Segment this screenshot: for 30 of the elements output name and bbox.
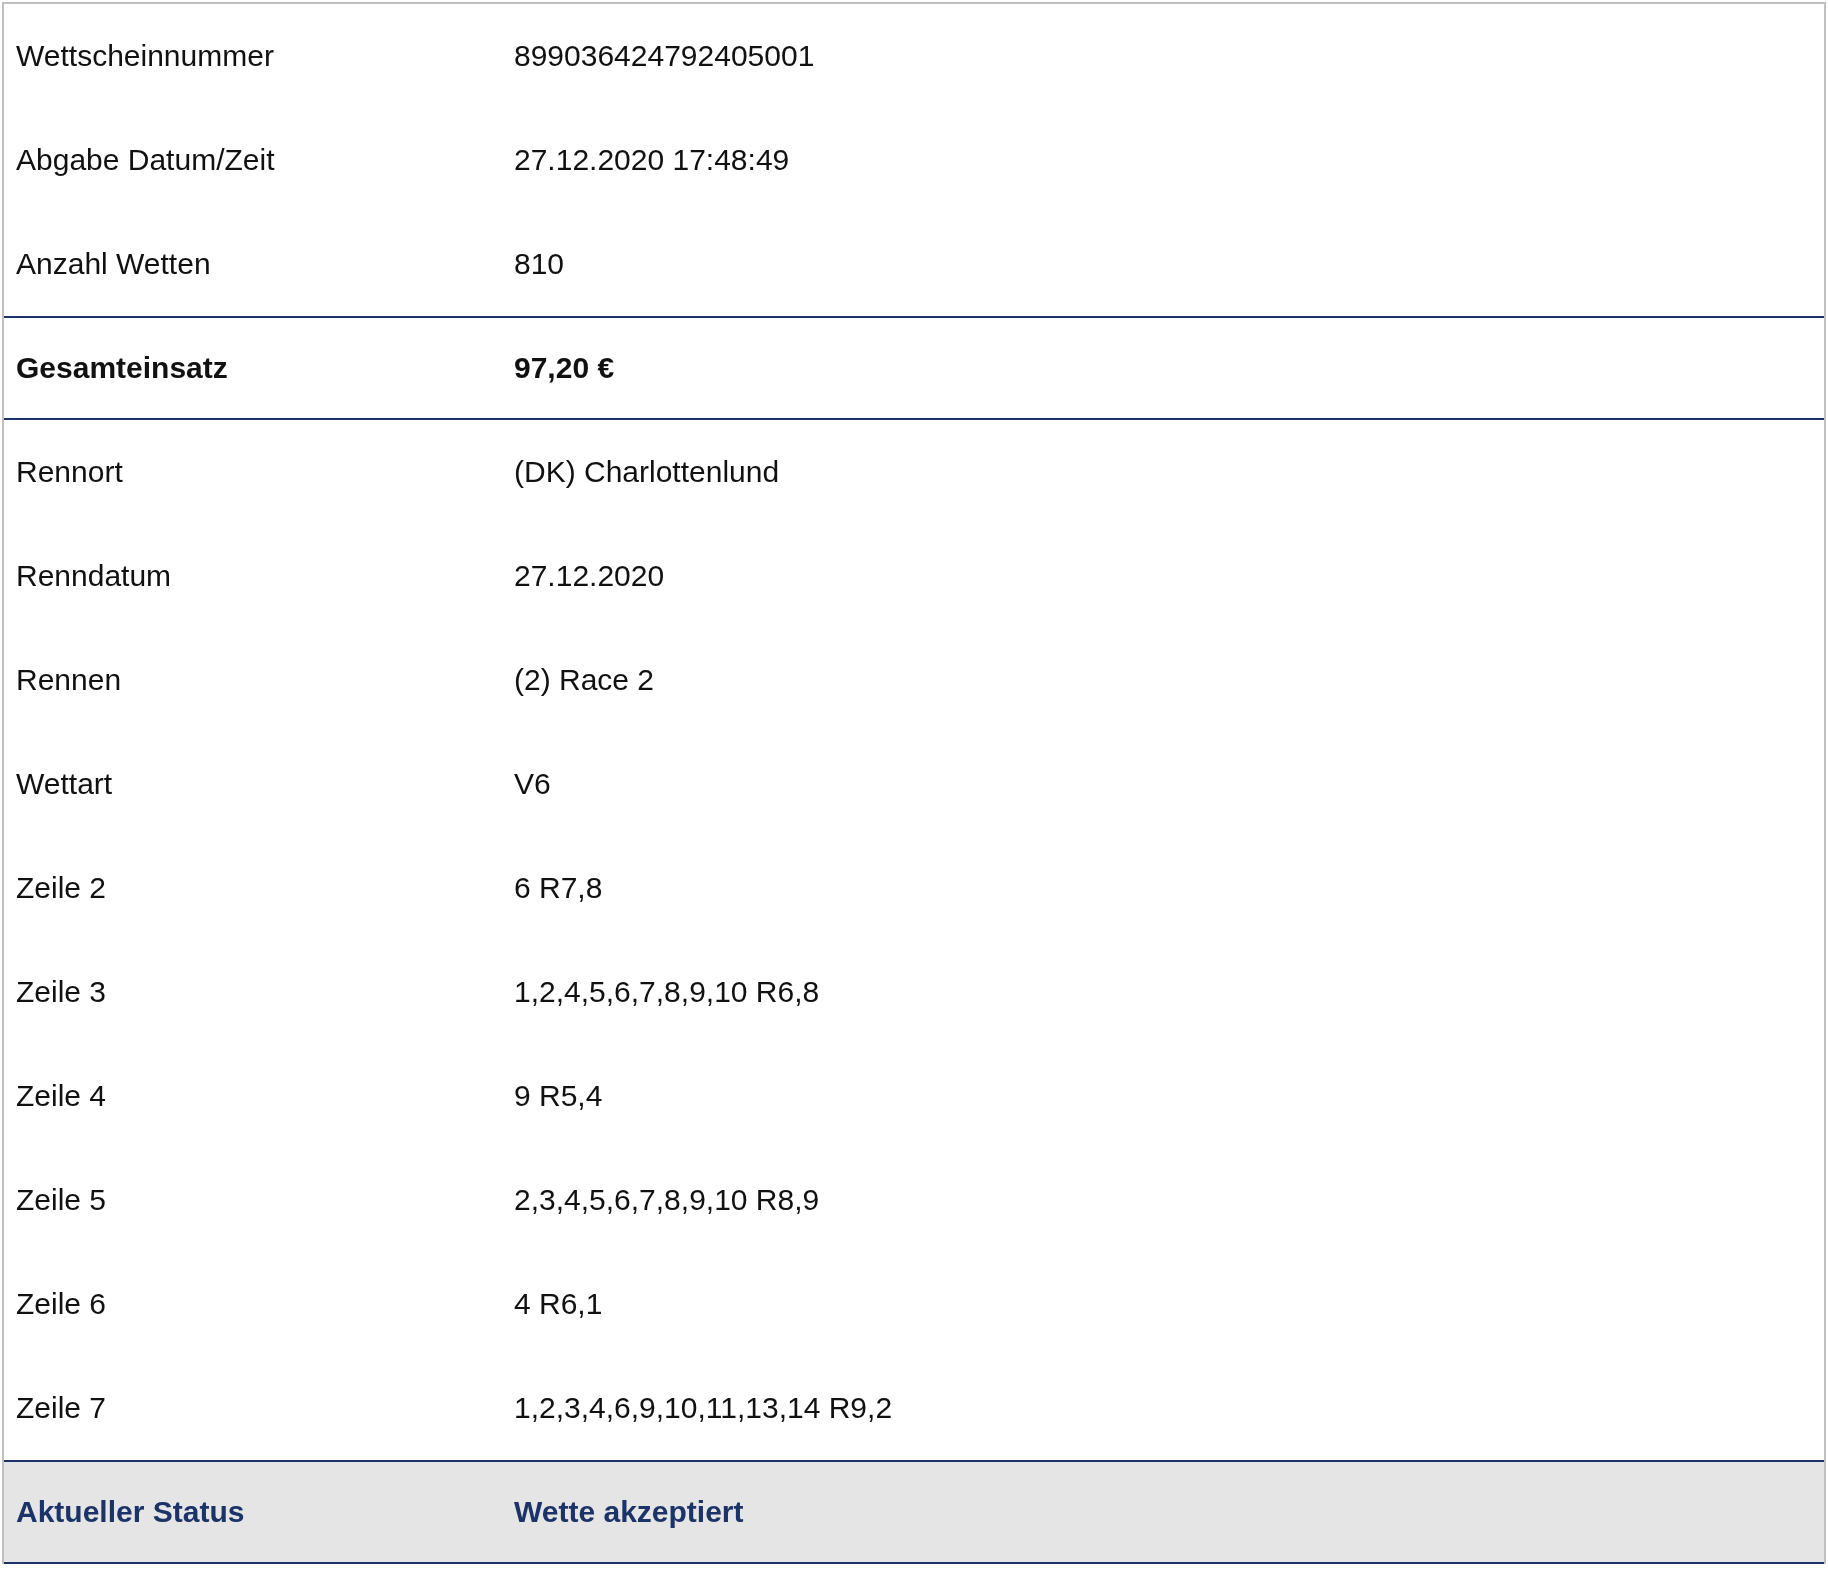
row-label: Zeile 2 xyxy=(16,871,108,905)
row-value: 9 R5,4 xyxy=(514,1079,604,1113)
row-label: Anzahl Wetten xyxy=(16,247,212,281)
row-label: Zeile 4 xyxy=(16,1079,108,1113)
row-value: 27.12.2020 17:48:49 xyxy=(514,143,791,177)
row-label: Aktueller Status xyxy=(16,1495,246,1529)
row-label: Wettart xyxy=(16,767,114,801)
row-value: 2,3,4,5,6,7,8,9,10 R8,9 xyxy=(514,1183,821,1217)
row-label: Zeile 5 xyxy=(16,1183,108,1217)
row-value: 810 xyxy=(514,247,566,281)
row-value: 4 R6,1 xyxy=(514,1287,604,1321)
row-value: 27.12.2020 xyxy=(514,559,666,593)
row-label: Renndatum xyxy=(16,559,173,593)
row-label: Abgabe Datum/Zeit xyxy=(16,143,276,177)
row-label: Rennen xyxy=(16,663,123,697)
row-label: Rennort xyxy=(16,455,124,489)
row-value: 899036424792405001 xyxy=(514,39,816,73)
row-value: (DK) Charlottenlund xyxy=(514,455,781,489)
row-label: Zeile 6 xyxy=(16,1287,108,1321)
row-value: V6 xyxy=(514,767,552,801)
row-label: Wettscheinnummer xyxy=(16,39,275,73)
row-label: Zeile 3 xyxy=(16,975,108,1009)
row-label: Gesamteinsatz xyxy=(16,351,229,385)
row-value: 6 R7,8 xyxy=(514,871,604,905)
row-value: Wette akzeptiert xyxy=(514,1495,745,1529)
row-label: Zeile 7 xyxy=(16,1391,108,1425)
row-value: (2) Race 2 xyxy=(514,663,656,697)
row-value: 1,2,3,4,6,9,10,11,13,14 R9,2 xyxy=(514,1391,894,1425)
row-value: 97,20 € xyxy=(514,351,616,385)
row-value: 1,2,4,5,6,7,8,9,10 R6,8 xyxy=(514,975,821,1009)
